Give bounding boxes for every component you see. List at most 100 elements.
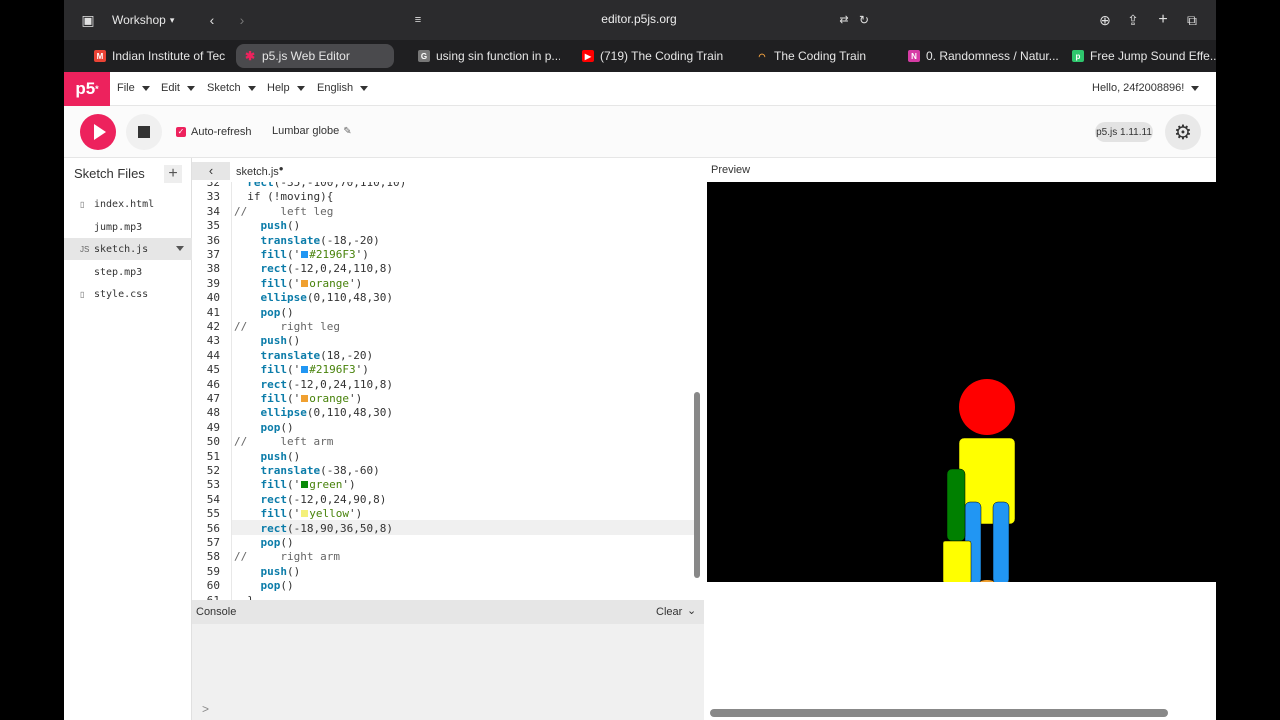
code-line[interactable]: rect(-12,0,24,110,8) — [234, 378, 393, 392]
code-line[interactable]: if (!moving){ — [234, 190, 333, 204]
code-line[interactable]: pop() — [234, 306, 294, 320]
editor-scrollbar[interactable] — [694, 392, 700, 578]
file-item-step-mp3[interactable]: step.mp3 — [64, 261, 192, 283]
console-label: Console — [196, 606, 237, 618]
line-number: 50 — [206, 435, 220, 449]
chevron-down-icon[interactable] — [176, 246, 184, 251]
file-item-index-html[interactable]: ▯ index.html — [64, 193, 192, 215]
tab-label: 0. Randomness / Natur... — [926, 49, 1059, 63]
browser-tab-nature-of-code[interactable]: N 0. Randomness / Natur... × — [900, 44, 1060, 68]
line-number: 40 — [206, 291, 220, 305]
back-icon[interactable]: ‹ — [204, 12, 220, 28]
line-number: 32 — [206, 182, 220, 189]
menu-file[interactable]: File — [117, 82, 150, 94]
code-editor[interactable]: 32 33 34 35 36 37 38 39 40 41 42 43 44 45 46 47 48 49 50 51… — [192, 182, 704, 600]
editor-file-tab[interactable]: sketch.js● — [236, 164, 284, 178]
version-badge[interactable]: p5.js 1.11.11 — [1095, 122, 1153, 142]
user-menu[interactable]: Hello, 24f2008896! — [1092, 82, 1200, 94]
tab-label: p5.js Web Editor — [262, 49, 350, 63]
code-line[interactable]: // left arm — [234, 435, 333, 449]
preview-horizontal-scrollbar[interactable] — [710, 709, 1168, 717]
file-item-style-css[interactable]: ▯ style.css — [64, 283, 192, 305]
code-line[interactable]: ellipse(0,110,48,30) — [234, 291, 393, 305]
code-line[interactable]: translate(18,-20) — [234, 349, 374, 363]
code-line[interactable]: translate(-18,-20) — [234, 234, 380, 248]
sidebar-toggle-icon[interactable]: ▣ — [80, 12, 96, 28]
forward-icon[interactable]: › — [234, 12, 250, 28]
share-icon[interactable]: ⇪ — [1125, 12, 1141, 28]
add-file-button[interactable]: + — [164, 165, 182, 183]
logo-text: p5 — [75, 79, 96, 98]
stop-button[interactable] — [126, 114, 162, 150]
workspace-selector[interactable]: Workshop ▾ — [112, 11, 174, 29]
code-line[interactable]: fill(' yellow') — [234, 507, 363, 521]
new-tab-icon[interactable]: + — [1155, 12, 1171, 28]
reload-icon[interactable]: ↻ — [856, 12, 872, 28]
code-line[interactable]: ellipse(0,110,48,30) — [234, 406, 393, 420]
code-line[interactable]: // right arm — [234, 550, 340, 564]
gear-icon[interactable]: ⚙ — [1165, 114, 1201, 150]
file-name: jump.mp3 — [94, 221, 143, 233]
sketch-name[interactable]: Lumbar globe ✎ — [272, 125, 352, 137]
screen: ▣ Workshop ▾ ‹ › ≡ editor.p5js.org ⇄ ↻ ⊕… — [64, 0, 1216, 720]
download-icon[interactable]: ⊕ — [1097, 12, 1113, 28]
code-line[interactable]: // left leg — [234, 205, 333, 219]
code-line[interactable]: fill(' #2196F3') — [234, 248, 369, 262]
sketch-name-text: Lumbar globe — [272, 125, 340, 137]
auto-refresh-checkbox[interactable]: ✓ — [176, 127, 186, 137]
code-line[interactable]: fill(' #2196F3') — [234, 363, 369, 377]
browser-tab-sin[interactable]: G using sin function in p... — [410, 44, 560, 68]
browser-tab-jump-sound[interactable]: p Free Jump Sound Effe... — [1064, 44, 1216, 68]
browser-tab-strip: M Indian Institute of Tec... ✱ p5.js Web… — [64, 40, 1216, 72]
code-line[interactable]: rect(-12,0,24,110,8) — [234, 262, 393, 276]
code-line[interactable]: pop() — [234, 579, 294, 593]
collapse-sidebar-icon[interactable]: ‹ — [192, 162, 230, 180]
left-arm — [946, 468, 966, 542]
translate-icon[interactable]: ⇄ — [836, 12, 852, 28]
line-number: 51 — [206, 449, 220, 463]
gmail-icon: M — [94, 50, 106, 62]
menu-help[interactable]: Help — [267, 82, 305, 94]
preview-canvas[interactable] — [707, 182, 1216, 582]
console-prompt[interactable]: > — [202, 702, 209, 716]
file-item-jump-mp3[interactable]: jump.mp3 — [64, 216, 192, 238]
code-line[interactable]: translate(-38,-60) — [234, 464, 380, 478]
chevron-down-icon — [247, 85, 256, 91]
code-line[interactable]: pop() — [234, 421, 294, 435]
browser-tab-coding-train[interactable]: ◠ The Coding Train — [748, 44, 868, 68]
code-line[interactable]: fill(' orange') — [234, 277, 363, 291]
code-line[interactable]: fill(' orange') — [234, 392, 363, 406]
menu-sketch[interactable]: Sketch — [207, 82, 256, 94]
browser-tab-coding-train-video[interactable]: ▶ (719) The Coding Train... — [574, 44, 724, 68]
file-item-sketch-js[interactable]: JS sketch.js — [64, 238, 192, 260]
browser-tab-p5[interactable]: ✱ p5.js Web Editor — [236, 44, 394, 68]
code-line[interactable]: pop() — [234, 536, 294, 550]
address-bar[interactable]: editor.p5js.org — [534, 12, 744, 26]
chevron-down-icon[interactable]: ⌄ — [687, 604, 696, 617]
line-number: 42 — [206, 320, 220, 333]
code-line[interactable]: rect(-12,0,24,90,8) — [234, 493, 387, 507]
code-line[interactable]: push() — [234, 219, 301, 233]
line-number: 39 — [206, 276, 220, 290]
p5-logo[interactable]: p5 * — [64, 72, 110, 106]
reader-icon[interactable]: ≡ — [410, 12, 426, 28]
console-output[interactable]: > — [192, 624, 704, 720]
menu-label: Sketch — [207, 82, 241, 94]
browser-tab-iitm[interactable]: M Indian Institute of Tec... — [86, 44, 226, 68]
menu-language[interactable]: English — [317, 82, 369, 94]
code-line[interactable]: push() — [234, 450, 301, 464]
preview-label: Preview — [711, 164, 751, 176]
tab-overview-icon[interactable]: ⧉ — [1184, 12, 1200, 28]
line-number: 59 — [206, 564, 220, 578]
console-clear-button[interactable]: Clear — [656, 606, 682, 618]
chevron-down-icon — [296, 85, 305, 91]
code-line[interactable]: push() — [234, 334, 301, 348]
play-button[interactable] — [80, 114, 116, 150]
code-line[interactable]: fill(' green') — [234, 478, 356, 492]
menu-edit[interactable]: Edit — [161, 82, 195, 94]
line-number-gutter: 32 33 34 35 36 37 38 39 40 41 42 43 44 45 46 47 48 49 50 51… — [192, 182, 232, 600]
code-line[interactable]: rect(-35,-100,70,110,10) — [234, 182, 406, 190]
code-line[interactable]: push() — [234, 565, 301, 579]
code-line[interactable]: rect(-18,90,36,50,8) — [234, 522, 393, 536]
code-line[interactable]: // right leg — [234, 320, 340, 334]
